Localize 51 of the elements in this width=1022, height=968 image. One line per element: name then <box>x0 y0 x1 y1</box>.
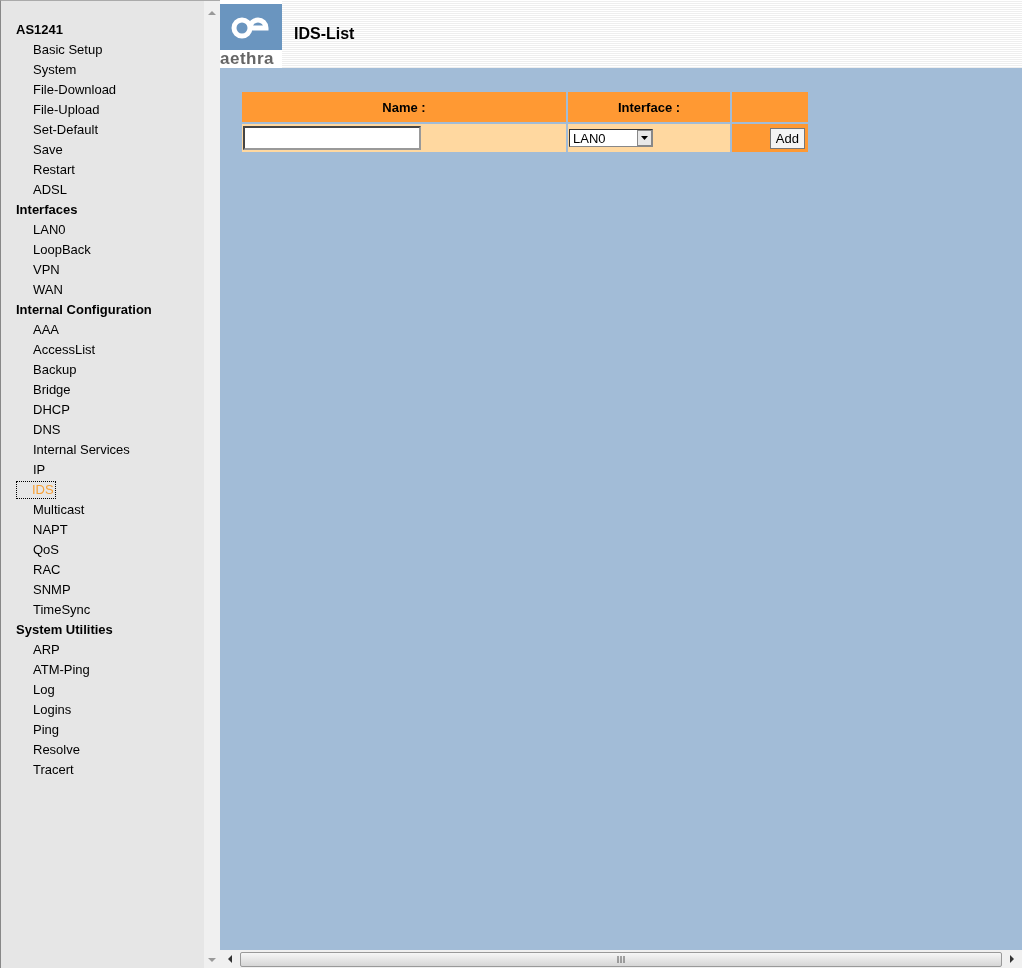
sidebar-link[interactable]: Logins <box>31 701 74 719</box>
sidebar-heading: Interfaces <box>15 201 79 219</box>
down-arrow-icon[interactable] <box>207 956 217 964</box>
name-input-field[interactable] <box>243 126 421 150</box>
sidebar-link[interactable]: Basic Setup <box>31 41 105 59</box>
vertical-scrollbar[interactable] <box>204 1 220 968</box>
sidebar-link[interactable]: Internal Services <box>31 441 132 459</box>
sidebar-heading: AS1241 <box>15 21 64 39</box>
sidebar-link[interactable]: AccessList <box>31 341 98 359</box>
sidebar-heading: Internal Configuration <box>15 301 153 319</box>
sidebar-link[interactable]: QoS <box>31 541 61 559</box>
sidebar-link[interactable]: File-Download <box>31 81 119 99</box>
sidebar-link[interactable]: ATM-Ping <box>31 661 92 679</box>
sidebar-link[interactable]: IP <box>31 461 48 479</box>
sidebar-link[interactable]: Tracert <box>31 761 76 779</box>
sidebar-heading: System Utilities <box>15 621 114 639</box>
sidebar-link[interactable]: AAA <box>31 321 61 339</box>
sidebar-link[interactable]: ARP <box>31 641 62 659</box>
sidebar-link[interactable]: WAN <box>31 281 65 299</box>
sidebar-link[interactable]: TimeSync <box>31 601 93 619</box>
sidebar-link[interactable]: Set-Default <box>31 121 101 139</box>
add-button[interactable]: Add <box>769 127 805 149</box>
sidebar-link[interactable]: ADSL <box>31 181 69 199</box>
sidebar-link[interactable]: File-Upload <box>31 101 102 119</box>
sidebar-link[interactable]: Backup <box>31 361 79 379</box>
sidebar-link[interactable]: Bridge <box>31 381 73 399</box>
sidebar-link[interactable]: Multicast <box>31 501 87 519</box>
left-arrow-icon[interactable] <box>226 954 234 964</box>
right-arrow-icon[interactable] <box>1008 954 1016 964</box>
sidebar-link[interactable]: System <box>31 61 79 79</box>
sidebar-link[interactable]: SNMP <box>31 581 73 599</box>
up-arrow-icon[interactable] <box>207 9 217 17</box>
sidebar-link[interactable]: Resolve <box>31 741 82 759</box>
sidebar-link[interactable]: DHCP <box>31 401 72 419</box>
sidebar-link[interactable]: NAPT <box>31 521 70 539</box>
sidebar-link[interactable]: Log <box>31 681 57 699</box>
sidebar-link[interactable]: DNS <box>31 421 63 439</box>
sidebar-link[interactable]: Restart <box>31 161 77 179</box>
sidebar-link[interactable]: LAN0 <box>31 221 68 239</box>
sidebar-link[interactable]: VPN <box>31 261 62 279</box>
scrollbar-thumb[interactable] <box>240 951 1002 967</box>
sidebar-link[interactable]: Ping <box>31 721 62 739</box>
horizontal-scrollbar[interactable] <box>220 950 1022 968</box>
sidebar-link[interactable]: Save <box>31 141 65 159</box>
interface-dropdown[interactable]: LAN0 <box>569 129 653 147</box>
logo-drawing: aethra <box>220 0 282 68</box>
sidebar-link[interactable]: RAC <box>31 561 63 579</box>
column-header: Interface : <box>568 92 730 122</box>
page-title: IDS-List <box>294 25 355 43</box>
sidebar-link[interactable]: LoopBack <box>31 241 93 259</box>
column-header: Name : <box>242 92 566 122</box>
